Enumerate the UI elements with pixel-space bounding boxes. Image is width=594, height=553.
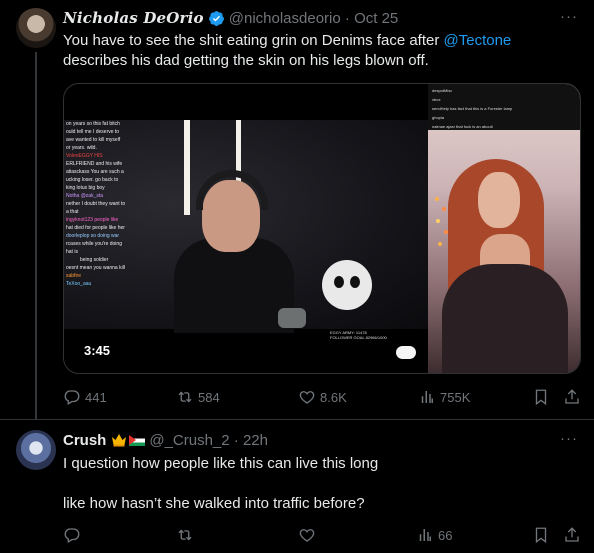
chat-line: or years. wild. xyxy=(66,145,97,151)
author-handle[interactable]: @nicholasdeorio xyxy=(229,10,341,27)
dot-separator: · xyxy=(229,431,243,449)
tweet-actions: 441 584 8.6K 755K xyxy=(63,387,583,407)
author-name[interactable]: Crush xyxy=(63,432,106,449)
chat-line: ingyknot123 people like xyxy=(66,217,119,223)
chat-line: ould tell me I deserve to xyxy=(66,129,120,135)
chat-line: doorleplop so doing war xyxy=(66,233,120,239)
chat-line: atiasckass You are such a xyxy=(66,169,124,175)
follower-goal-overlay: EGGY ARMY: 11478 FOLLOWER GOAL 82966/100… xyxy=(330,330,387,340)
chat-line: ave wanted to kill myself xyxy=(66,137,121,143)
palestine-flag-icon xyxy=(129,434,146,446)
chat-line: TeXoo_aau xyxy=(66,281,92,287)
chat-line: on years so this fat bitch xyxy=(66,121,120,127)
panda-plush xyxy=(322,260,372,310)
chat-line: despotMisc xyxy=(432,88,453,93)
stream-chat: on years so this fat bitch ould tell me … xyxy=(64,120,146,320)
chat-line: naimae ajaxr that fuck is an abouti xyxy=(432,124,493,129)
repost-count: 584 xyxy=(198,389,220,405)
dot-separator: · xyxy=(340,9,355,27)
views-button[interactable]: 66 xyxy=(416,526,452,544)
chat-line: ERLFRIEND and his wife xyxy=(66,161,123,167)
chat-line: xbox xyxy=(432,97,441,102)
views-icon xyxy=(419,529,431,541)
chat-line: sendHelp has fact that this is a Foreste… xyxy=(432,106,513,111)
verified-badge-icon xyxy=(208,10,224,26)
bookmark-icon xyxy=(535,527,547,544)
reply-icon xyxy=(64,528,80,543)
headset-icon xyxy=(196,170,268,210)
like-button[interactable]: 8.6K xyxy=(298,388,347,406)
like-icon xyxy=(299,529,315,542)
tweet-nicholasdeorio[interactable]: Nicholas DeOrio @nicholasdeorio · Oct 25… xyxy=(0,0,594,420)
repost-button[interactable] xyxy=(176,526,194,544)
repost-button[interactable]: 584 xyxy=(176,388,220,406)
bookmark-button[interactable] xyxy=(532,526,550,544)
video-media[interactable]: EGGY ARMY: 11478 FOLLOWER GOAL 82966/100… xyxy=(63,83,581,374)
chat-line: a that xyxy=(66,209,79,215)
ghost-emote xyxy=(396,346,416,359)
mention-link[interactable]: @Tectone xyxy=(444,32,512,49)
chat-line: rcases while you're doing xyxy=(66,241,122,247)
fairy-lights xyxy=(435,197,448,246)
reply-button[interactable]: 441 xyxy=(63,388,107,406)
tweet-header: Crush @_Crush_2 · 22h xyxy=(63,430,268,450)
views-icon xyxy=(421,391,433,403)
thread-connector-line xyxy=(35,52,37,420)
chat-line: sabfire xyxy=(66,273,82,279)
author-name[interactable]: Nicholas DeOrio xyxy=(63,9,204,27)
crown-emoji-icon xyxy=(112,434,127,447)
reply-count: 441 xyxy=(85,389,107,405)
lamp-light xyxy=(184,120,190,215)
tweet-text: I question how people like this can live… xyxy=(63,455,379,472)
streamer-body xyxy=(174,238,294,333)
second-camera-frame: despotMisc xbox sendHelp has fact that t… xyxy=(428,84,580,373)
author-handle[interactable]: @_Crush_2 xyxy=(149,432,229,449)
chat-line: nether I doubt they want to xyxy=(66,201,126,207)
chat-line: ucking loser. go back to xyxy=(66,177,119,183)
views-button[interactable]: 755K xyxy=(418,388,470,406)
avatar[interactable] xyxy=(16,8,56,48)
chat-line: hat died for people like her xyxy=(66,225,125,231)
share-icon xyxy=(565,389,579,404)
view-count: 66 xyxy=(438,527,453,543)
tweet-actions: 66 xyxy=(63,525,583,545)
streamer-face xyxy=(478,172,520,228)
more-icon[interactable]: ··· xyxy=(560,8,578,25)
like-button[interactable] xyxy=(298,526,316,544)
reply-icon xyxy=(64,390,80,405)
share-button[interactable] xyxy=(563,526,581,544)
like-icon xyxy=(299,391,315,404)
chat-line: Notha @zak_sta xyxy=(66,193,104,199)
share-icon xyxy=(565,527,579,542)
chat-line: oesnt mean you wanna kill xyxy=(66,265,125,271)
tweet-text: You have to see the shit eating grin on … xyxy=(63,31,578,71)
chat-line: king lotus big boy xyxy=(66,185,105,191)
chat-line: hat is xyxy=(66,249,78,255)
chat-line: ghopia xyxy=(432,115,445,120)
video-duration: 3:45 xyxy=(84,343,111,358)
repost-icon xyxy=(178,391,192,403)
tweet-text: like how hasn’t she walked into traffic … xyxy=(63,495,365,512)
tweet-header: Nicholas DeOrio @nicholasdeorio · Oct 25 xyxy=(63,8,398,28)
tweet-text-part: You have to see the shit eating grin on … xyxy=(63,32,444,49)
reply-button[interactable] xyxy=(63,526,81,544)
bookmark-button[interactable] xyxy=(532,388,550,406)
share-button[interactable] xyxy=(563,388,581,406)
tweet-text-part: describes his dad getting the skin on hi… xyxy=(63,52,429,69)
chat-line: VolenEGGY HIS xyxy=(66,153,103,159)
tweet-date[interactable]: Oct 25 xyxy=(354,10,398,27)
bookmark-icon xyxy=(535,389,547,406)
avatar[interactable] xyxy=(16,430,56,470)
more-icon[interactable]: ··· xyxy=(560,430,578,447)
repost-icon xyxy=(178,529,192,541)
side-chat: despotMisc xbox sendHelp has fact that t… xyxy=(428,84,580,130)
microphone xyxy=(278,308,306,328)
chat-line: being soldier xyxy=(80,257,109,263)
streamer-dress xyxy=(442,264,568,373)
view-count: 755K xyxy=(440,389,471,405)
tweet-date[interactable]: 22h xyxy=(243,432,268,449)
like-count: 8.6K xyxy=(320,389,347,405)
